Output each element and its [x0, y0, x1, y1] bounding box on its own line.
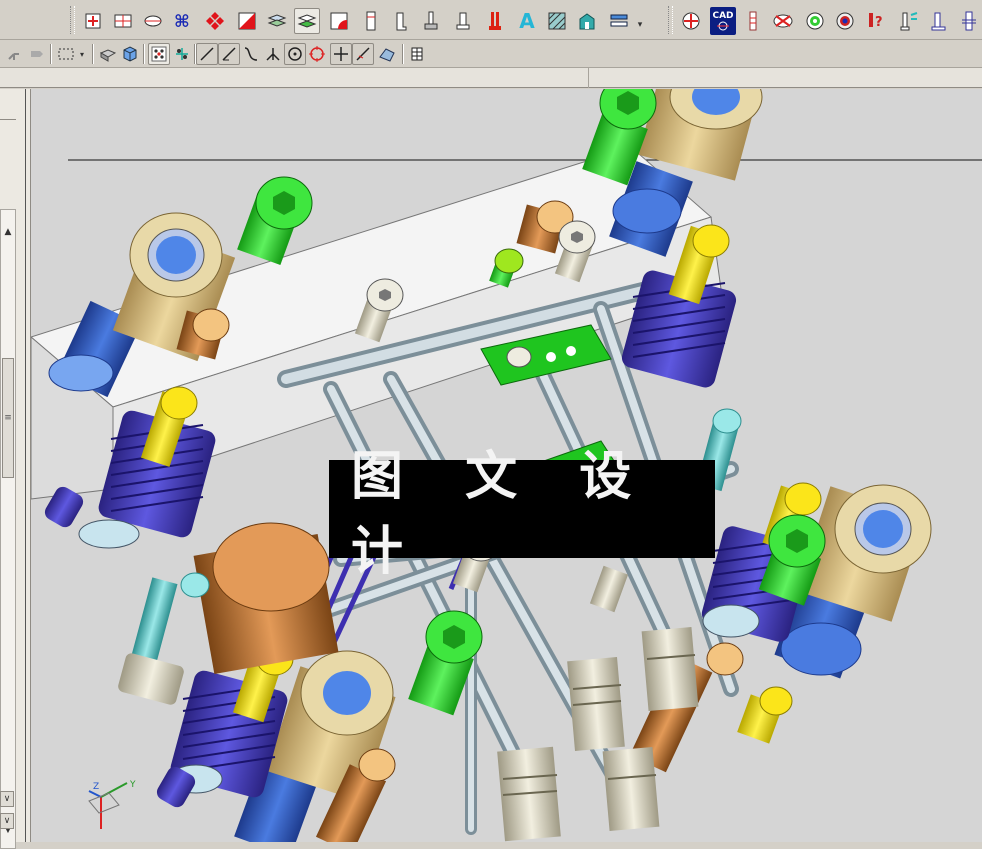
cad-label-icon[interactable]: CAD [710, 7, 736, 35]
shape-icon[interactable] [376, 43, 398, 65]
red-post-icon[interactable] [482, 8, 508, 34]
toolbar-grip[interactable] [70, 6, 75, 34]
cube-icon[interactable] [119, 43, 141, 65]
curve-icon[interactable] [240, 43, 262, 65]
ejector-icon[interactable] [956, 8, 982, 34]
point-grid-icon[interactable] [148, 43, 170, 65]
cad-label-text: CAD [712, 11, 734, 21]
target-red-icon[interactable] [678, 8, 704, 34]
pane-edge [25, 89, 26, 842]
list-icon[interactable] [606, 8, 632, 34]
toolbar-grip-2[interactable] [668, 6, 673, 34]
insert-pin-icon[interactable] [740, 8, 766, 34]
pin-icon[interactable] [418, 8, 444, 34]
house-icon[interactable] [574, 8, 600, 34]
circle-center-icon[interactable] [284, 43, 306, 65]
select-box-icon[interactable] [55, 43, 77, 65]
pane-divider [0, 119, 16, 120]
transform-icon[interactable] [4, 43, 26, 65]
axis-z-label: Z [93, 782, 99, 792]
tall-rect-icon[interactable] [358, 8, 384, 34]
corner-square-icon[interactable] [326, 8, 352, 34]
collapse-down-icon-2[interactable]: ∨ [0, 813, 14, 829]
collapse-down-icon[interactable]: ∨ [0, 791, 14, 807]
add-point-icon[interactable] [80, 8, 106, 34]
teal-pin-icon[interactable] [896, 8, 922, 34]
dropdown-arrow-icon[interactable]: ▾ [76, 43, 88, 65]
toolbar-separator [50, 44, 52, 64]
status-strip [0, 68, 982, 88]
yellow-pin-bottom-right [737, 686, 793, 744]
snap-icon[interactable] [171, 43, 193, 65]
solid-icon[interactable] [97, 43, 119, 65]
eye-icon[interactable] [832, 8, 858, 34]
query-glyph: ? [875, 15, 883, 30]
diamond-pattern-icon[interactable] [202, 8, 228, 34]
square-diagonal-icon[interactable] [234, 8, 260, 34]
grid-icon[interactable] [406, 43, 428, 65]
text-tool-icon[interactable]: A [514, 8, 540, 34]
watermark-banner: 图 文 设 计 [329, 446, 715, 582]
layer-select-icon[interactable] [294, 8, 320, 34]
line-icon[interactable] [196, 43, 218, 65]
svg-text:⌘: ⌘ [174, 12, 190, 31]
hatch-icon[interactable] [544, 8, 570, 34]
axis-triad-icon: Z Y [88, 780, 136, 829]
tree-scrollbar[interactable]: ▲ ≡ ▼ [0, 209, 16, 849]
strip-divider [588, 68, 589, 88]
cross-icon[interactable] [330, 43, 352, 65]
cylinder-icon[interactable] [450, 8, 476, 34]
command-key-icon[interactable]: ⌘ [170, 8, 196, 34]
copper-cylinder [193, 522, 339, 675]
scroll-up-icon[interactable]: ▲ [1, 224, 15, 240]
line-angle-icon[interactable] [218, 43, 240, 65]
toolbar-separator [402, 44, 404, 64]
overflow-chevron-icon[interactable]: ▾ [634, 14, 646, 36]
secondary-toolbar: ▾ [0, 40, 982, 68]
axis-y-label: Y [129, 780, 136, 790]
watermark-text: 图 文 设 计 [351, 446, 654, 582]
feature-tree-pane: ▲ ≡ ▼ ∨ ∨ [0, 89, 31, 849]
scroll-thumb[interactable]: ≡ [2, 358, 14, 478]
model-viewport[interactable]: Z Y 图 文 设 计 [31, 89, 982, 842]
bowtie-icon[interactable] [770, 8, 796, 34]
rectangle-icon[interactable] [110, 8, 136, 34]
red-query-icon[interactable]: ? [864, 8, 890, 34]
main-toolbar: ⌘ A ▾ CAD ? [0, 0, 982, 40]
toolbar-separator [92, 44, 94, 64]
ellipse-icon[interactable] [140, 8, 166, 34]
slash-icon[interactable] [352, 43, 374, 65]
circle-red-icon[interactable] [306, 43, 328, 65]
move-icon[interactable] [26, 43, 48, 65]
fork-icon[interactable] [262, 43, 284, 65]
green-target-icon[interactable] [802, 8, 828, 34]
blue-post-icon[interactable] [926, 8, 952, 34]
layers-icon[interactable] [264, 8, 290, 34]
bracket-icon[interactable] [388, 8, 414, 34]
toolbar-separator [143, 44, 145, 64]
